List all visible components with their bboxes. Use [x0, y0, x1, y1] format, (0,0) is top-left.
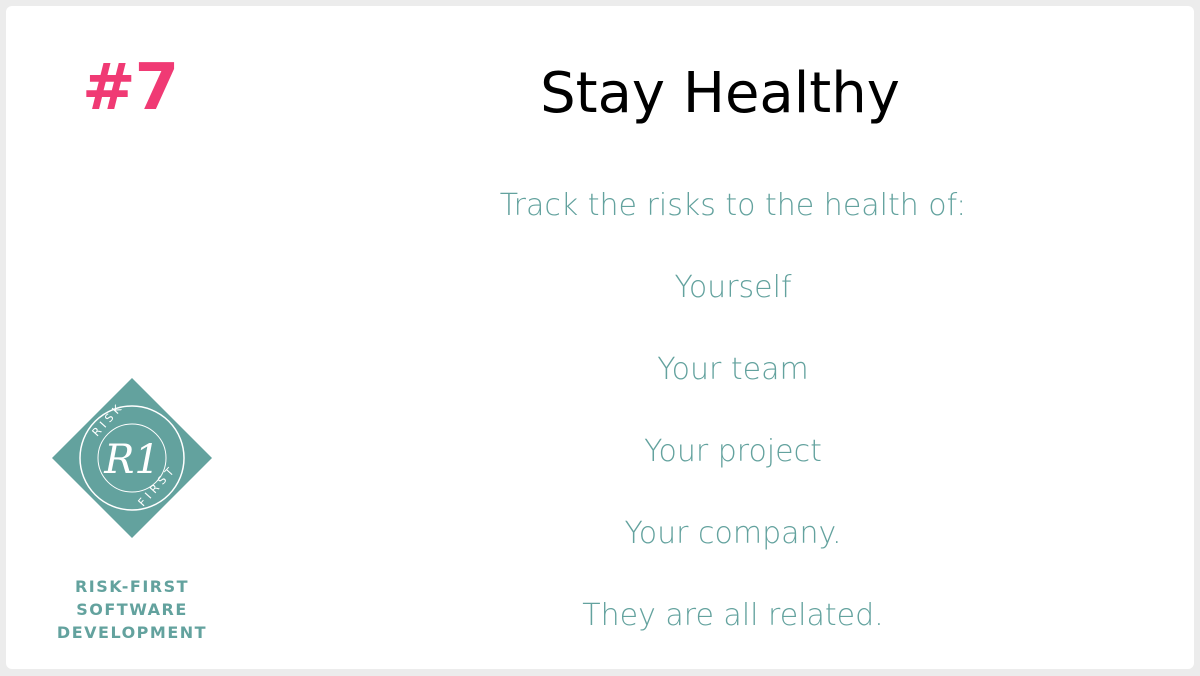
- slide-title: Stay Healthy: [540, 61, 900, 126]
- body-line-team: Your team: [657, 352, 809, 387]
- body-line-yourself: Yourself: [674, 270, 792, 305]
- brand-name: RISK-FIRST SOFTWARE DEVELOPMENT: [40, 575, 224, 644]
- body-line-company: Your company.: [624, 516, 842, 551]
- body-line-intro: Track the risks to the health of:: [499, 188, 967, 223]
- logo-monogram: R1: [103, 437, 160, 483]
- slide-number: #7: [82, 51, 179, 125]
- brand-line-2: SOFTWARE: [76, 600, 188, 619]
- body-line-related: They are all related.: [582, 598, 884, 633]
- slide-body: Track the risks to the health of: Yourse…: [400, 184, 1066, 676]
- brand-line-3: DEVELOPMENT: [56, 623, 208, 642]
- brand-line-1: RISK-FIRST: [74, 577, 190, 596]
- body-line-project: Your project: [644, 434, 822, 469]
- risk-first-logo-icon: R1 RISK FIRST: [52, 378, 212, 538]
